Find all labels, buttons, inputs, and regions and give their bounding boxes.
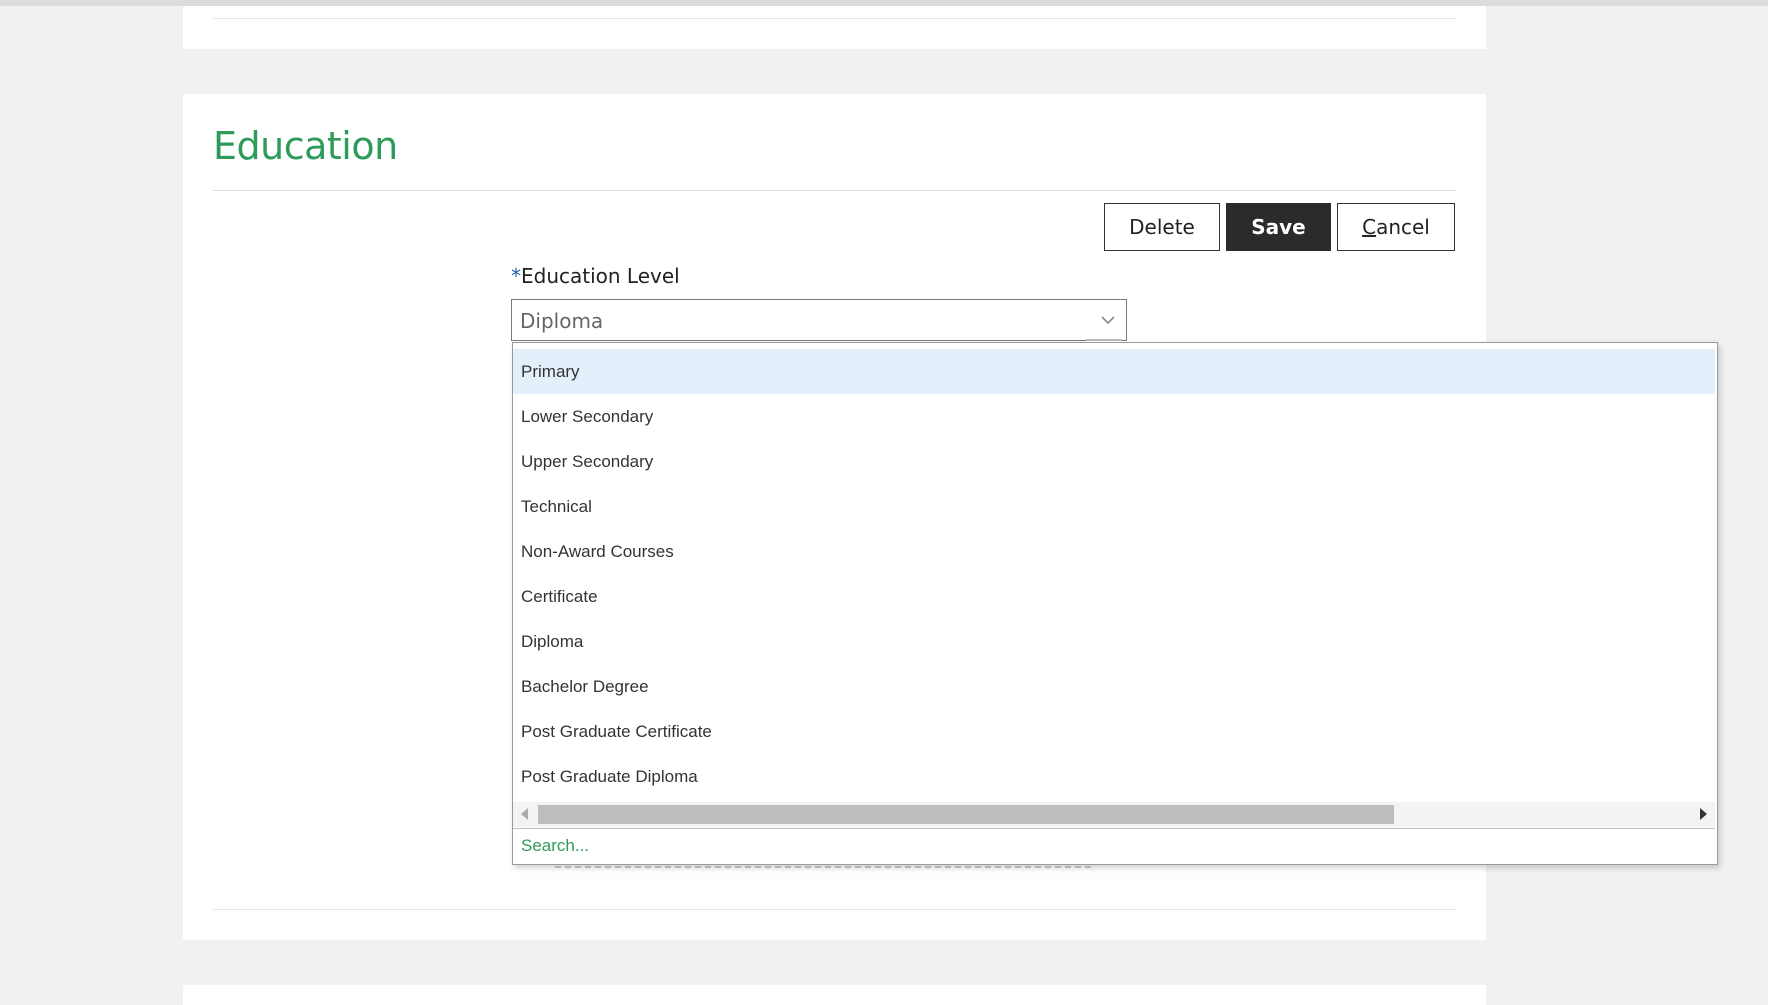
search-row <box>513 828 1715 863</box>
field-label-text: Education Level <box>521 264 680 288</box>
education-level-select[interactable]: Diploma <box>511 299 1127 341</box>
delete-button[interactable]: Delete <box>1104 203 1220 251</box>
select-underline <box>1086 339 1122 341</box>
dropdown-option[interactable]: Primary <box>513 349 1715 394</box>
save-button[interactable]: Save <box>1226 203 1331 251</box>
education-level-label: *Education Level <box>511 264 680 288</box>
chevron-down-icon <box>1101 316 1115 325</box>
education-level-dropdown: Primary Lower Secondary Upper Secondary … <box>512 342 1718 865</box>
caret-right-icon[interactable] <box>1700 808 1707 820</box>
required-marker: * <box>511 264 521 288</box>
previous-section-panel <box>183 6 1486 49</box>
dropdown-option[interactable]: Technical <box>513 484 1715 529</box>
bottom-divider <box>213 909 1456 910</box>
dropdown-option[interactable]: Lower Secondary <box>513 394 1715 439</box>
dropdown-option[interactable]: Non-Award Courses <box>513 529 1715 574</box>
dropdown-option[interactable]: Post Graduate Certificate <box>513 709 1715 754</box>
dropdown-option[interactable]: Upper Secondary <box>513 439 1715 484</box>
cancel-label-rest: ancel <box>1376 215 1430 239</box>
title-divider <box>213 190 1456 191</box>
dropdown-option[interactable]: Diploma <box>513 619 1715 664</box>
cancel-button[interactable]: Cancel <box>1337 203 1455 251</box>
cancel-mnemonic: C <box>1362 215 1377 239</box>
dropdown-option[interactable]: Certificate <box>513 574 1715 619</box>
next-section-panel <box>183 985 1486 1005</box>
horizontal-scrollbar[interactable] <box>513 802 1715 827</box>
scrollbar-thumb[interactable] <box>538 805 1394 824</box>
dashed-underline <box>555 866 1091 868</box>
options-list: Primary Lower Secondary Upper Secondary … <box>513 349 1715 799</box>
divider <box>213 18 1456 19</box>
dropdown-option[interactable]: Bachelor Degree <box>513 664 1715 709</box>
section-title: Education <box>213 124 398 168</box>
selected-value: Diploma <box>520 309 604 333</box>
dropdown-option[interactable]: Post Graduate Diploma <box>513 754 1715 799</box>
search-input[interactable] <box>513 829 1715 863</box>
caret-left-icon[interactable] <box>521 808 528 820</box>
